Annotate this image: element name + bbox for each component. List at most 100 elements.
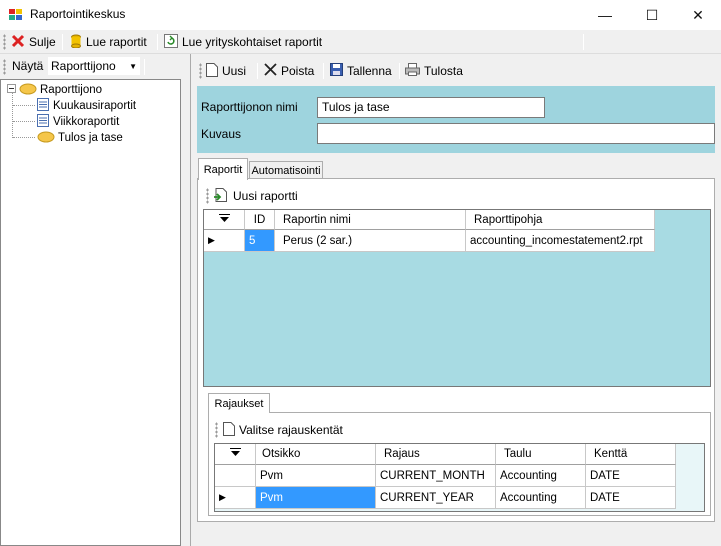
tree-line [12,92,13,138]
view-select-value: Raporttijono [51,59,116,73]
tree-node-monthly[interactable]: Kuukausiraportit [37,98,136,114]
save-button[interactable]: Tallenna [330,62,392,80]
print-button[interactable]: Tulosta [405,62,463,80]
toolbar-separator [357,422,358,438]
tab-restrictions[interactable]: Rajaukset [208,393,270,413]
add-report-icon [214,187,229,205]
new-document-icon [206,62,218,80]
restrictions-grid[interactable]: Otsikko Rajaus Taulu Kenttä Pvm CURRENT_… [214,443,705,512]
printer-icon [405,63,420,79]
reports-toolbar: Uusi raportti [203,184,711,208]
toolbar-grip[interactable] [3,59,6,75]
toolbar-grip[interactable] [206,188,209,204]
tree-line [13,105,35,106]
tab-reports[interactable]: Raportit [198,158,248,180]
table-cell-table[interactable]: Accounting [496,465,586,487]
tree-node-weekly[interactable]: Viikkoraportit [37,114,119,130]
toolbar-grip[interactable] [199,63,202,79]
delete-button-label: Poista [281,64,315,78]
toolbar-separator [257,63,258,79]
filter-arrow-icon [229,447,241,460]
queue-icon [37,131,55,146]
report-icon [37,98,50,114]
current-row-arrow-icon: ▶ [208,235,215,245]
row-indicator[interactable]: ▶ [215,487,256,509]
close-button[interactable]: Sulje [11,33,56,51]
floppy-disk-icon [330,63,343,79]
column-header-report-name[interactable]: Raportin nimi [275,210,466,230]
tree-node-label: Raporttijono [40,84,103,96]
app-icon [8,7,24,23]
toolbar-separator [144,59,145,75]
delete-button[interactable]: Poista [264,62,314,80]
select-fields-label: Valitse rajauskentät [239,423,343,437]
toolbar-separator [62,34,63,50]
maximize-button[interactable]: ☐ [629,0,675,30]
toolbar-separator [323,63,324,79]
close-button-label: Sulje [29,35,56,49]
table-cell-restriction[interactable]: CURRENT_MONTH [376,465,496,487]
reports-grid[interactable]: ID Raportin nimi Raporttipohja ▶ 5 Perus… [203,209,711,387]
close-window-button[interactable]: ✕ [675,0,721,30]
tree-line [13,137,35,138]
red-x-icon [11,34,25,51]
new-report-button[interactable]: Uusi raportti [214,187,298,205]
row-indicator[interactable] [215,465,256,487]
table-cell-field[interactable]: DATE [586,465,676,487]
table-cell-field[interactable]: DATE [586,487,676,509]
toolbar-separator [309,188,310,204]
table-cell-id[interactable]: 5 [245,230,275,252]
queue-name-input[interactable]: Tulos ja tase [317,97,545,118]
left-toolbar: Näytä Raporttijono ▼ [0,54,182,79]
toolbar-separator [583,34,584,50]
description-input[interactable] [317,123,715,144]
description-label: Kuvaus [201,127,242,141]
title-bar: Raportointikeskus — ☐ ✕ [0,0,721,30]
column-header-field[interactable]: Kenttä [586,444,676,465]
read-company-reports-button[interactable]: Lue yrityskohtaiset raportit [164,33,322,51]
minimize-button[interactable]: — [582,0,628,30]
report-queue-tree[interactable]: Raporttijono Kuukausiraportit Viikkorapo… [0,79,181,546]
tab-automation[interactable]: Automatisointi [249,161,323,179]
report-icon [37,114,50,130]
table-cell-title[interactable]: Pvm [256,465,376,487]
column-header-template[interactable]: Raporttipohja [466,210,655,230]
select-fields-button[interactable]: Valitse rajauskentät [223,421,343,439]
table-cell-title[interactable]: Pvm [256,487,376,509]
column-header-title[interactable]: Otsikko [256,444,376,465]
queue-toolbar: Uusi Poista Tallenna Tulosta [197,58,715,84]
table-cell-table[interactable]: Accounting [496,487,586,509]
database-icon [70,34,82,51]
grid-column-chooser[interactable] [215,444,256,465]
tree-node-label: Tulos ja tase [58,132,123,144]
read-reports-button[interactable]: Lue raportit [70,33,147,51]
restrictions-toolbar: Valitse rajauskentät [214,419,514,441]
new-button[interactable]: Uusi [206,62,246,80]
toolbar-separator [157,34,158,50]
table-cell-report-name[interactable]: Perus (2 sar.) [275,230,466,252]
current-row-arrow-icon: ▶ [219,492,226,502]
view-select[interactable]: Raporttijono ▼ [48,57,140,75]
toolbar-grip[interactable] [3,34,6,50]
column-header-table[interactable]: Taulu [496,444,586,465]
main-toolbar: Sulje Lue raportit Lue yrityskohtaiset r… [0,30,721,54]
column-header-restriction[interactable]: Rajaus [376,444,496,465]
tree-node-label: Viikkoraportit [53,116,120,128]
tree-node-root[interactable]: Raporttijono [7,82,102,98]
new-report-label: Uusi raportti [233,189,298,203]
x-icon [264,63,277,79]
show-label: Näytä [12,59,44,73]
toolbar-separator [399,63,400,79]
filter-arrow-icon [218,212,230,226]
toolbar-grip[interactable] [215,422,218,438]
tree-node-income-balance[interactable]: Tulos ja tase [37,130,123,146]
refresh-icon [164,33,178,51]
tree-line [13,121,35,122]
folder-icon [19,83,37,98]
document-icon [223,421,235,439]
table-cell-restriction[interactable]: CURRENT_YEAR [376,487,496,509]
grid-column-chooser[interactable] [204,210,245,230]
column-header-id[interactable]: ID [245,210,275,230]
table-cell-template[interactable]: accounting_incomestatement2.rpt [466,230,655,252]
row-indicator[interactable]: ▶ [204,230,245,252]
